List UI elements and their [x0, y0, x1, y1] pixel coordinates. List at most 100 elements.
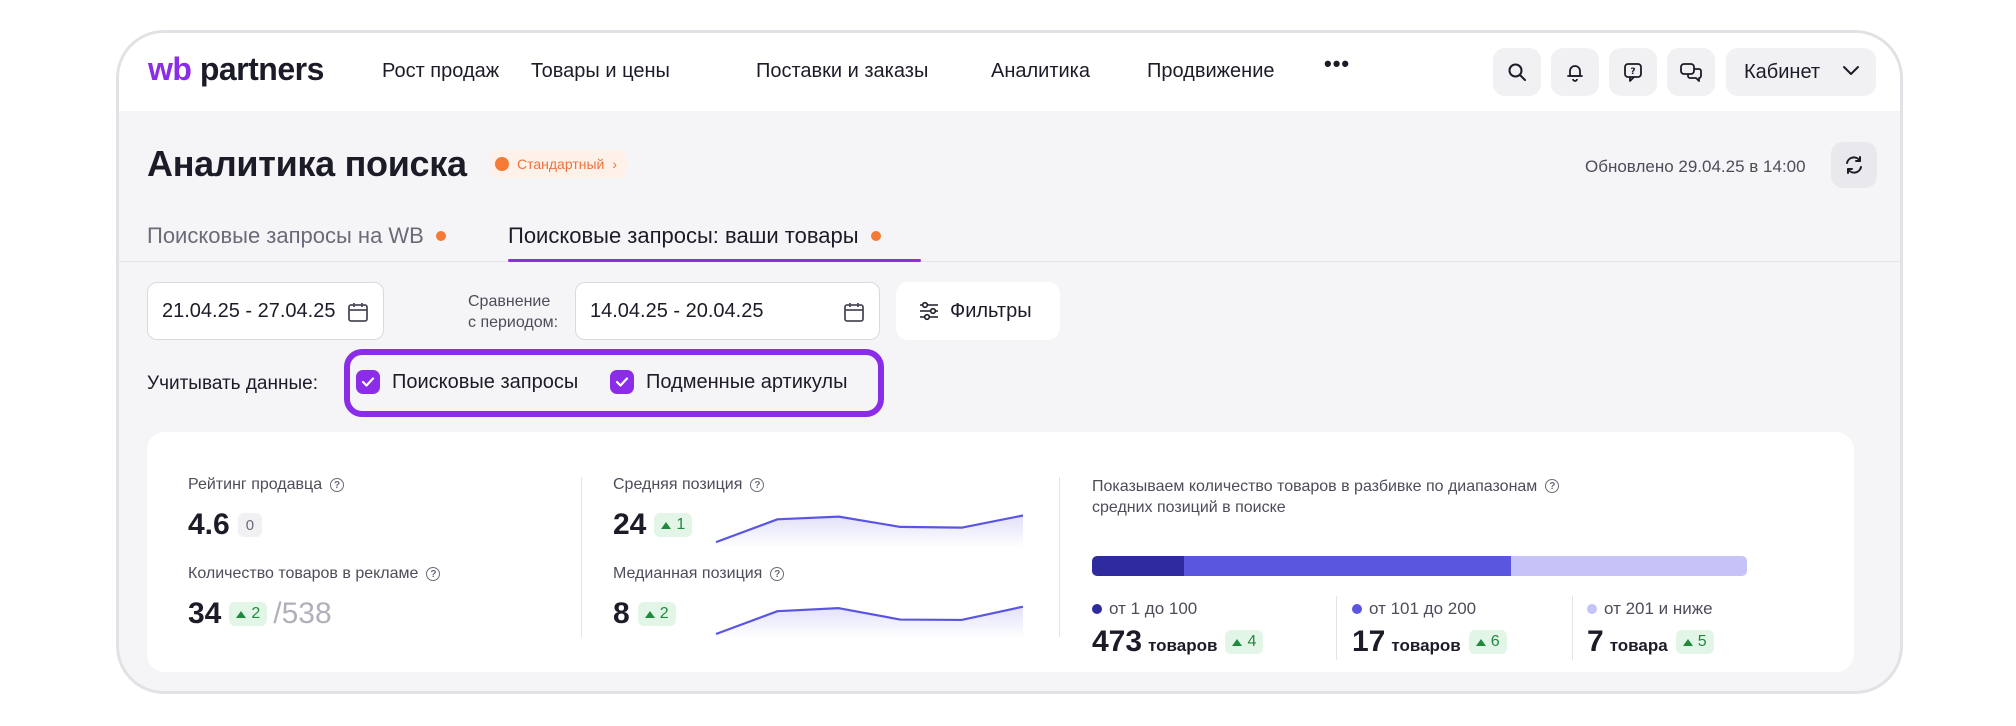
- help-icon[interactable]: ?: [1545, 479, 1560, 493]
- median-position-label: Медианная позиция ?: [613, 565, 785, 583]
- arrow-up-icon: [1475, 638, 1486, 646]
- logo-partners: partners: [199, 51, 325, 87]
- notifications-button[interactable]: [1551, 48, 1599, 96]
- tab-wb-queries[interactable]: Поисковые запросы на WB: [147, 223, 446, 249]
- median-position-value: 8 2: [613, 597, 676, 631]
- range-1-number: 473: [1092, 625, 1143, 658]
- compare-label: Сравнение с периодом:: [468, 291, 558, 333]
- range-2-label: от 101 до 200: [1352, 599, 1476, 619]
- help-icon[interactable]: ?: [330, 478, 345, 492]
- stats-card: Рейтинг продавца ? 4.6 0 Количество това…: [147, 432, 1854, 672]
- avg-position-sparkline-area: [716, 515, 1023, 548]
- period-value: 21.04.25 - 27.04.25: [162, 299, 336, 322]
- ad-products-number: 34: [188, 597, 222, 630]
- top-navigation: wb partners Рост продаж Товары и цены По…: [119, 33, 1900, 111]
- arrow-up-icon: [236, 610, 247, 618]
- tab-your-products-queries[interactable]: Поисковые запросы: ваши товары: [508, 223, 881, 249]
- range-2-label-text: от 101 до 200: [1369, 599, 1477, 618]
- range-2-delta-value: 6: [1490, 633, 1500, 650]
- avg-position-label: Средняя позиция ?: [613, 476, 765, 494]
- refresh-button[interactable]: [1831, 142, 1877, 188]
- arrow-up-icon: [1232, 638, 1243, 646]
- range-1-label: от 1 до 100: [1092, 599, 1197, 619]
- calendar-icon: [844, 303, 864, 322]
- ad-products-total: /538: [273, 597, 332, 630]
- filters-button[interactable]: Фильтры: [896, 282, 1060, 340]
- range-2-dot: [1352, 604, 1362, 614]
- checkbox-checked-icon: [356, 370, 380, 394]
- range-2-value: 17 товаров 6: [1352, 625, 1507, 659]
- divider: [581, 477, 582, 637]
- checkbox-search-queries[interactable]: Поисковые запросы: [356, 370, 578, 394]
- plan-dot-icon: [495, 157, 509, 171]
- nav-item-promotion[interactable]: Продвижение: [1147, 60, 1275, 83]
- checkbox-checked-icon: [610, 370, 634, 394]
- avg-position-value: 24 1: [613, 508, 693, 542]
- tab-indicator-dot: [870, 231, 881, 241]
- help-button[interactable]: ?: [1609, 48, 1657, 96]
- distribution-label-text: Показываем количество товаров в разбивке…: [1092, 476, 1537, 518]
- cabinet-dropdown[interactable]: Кабинет: [1726, 48, 1876, 96]
- range-2-unit: товаров: [1391, 636, 1461, 655]
- consider-data-label: Учитывать данные:: [147, 373, 318, 394]
- tab-your-products-label: Поисковые запросы: ваши товары: [508, 223, 859, 248]
- avg-position-label-text: Средняя позиция: [613, 476, 743, 493]
- nav-item-products-prices[interactable]: Товары и цены: [531, 60, 670, 83]
- compare-label-line1: Сравнение: [468, 293, 551, 310]
- search-icon: [1508, 63, 1526, 81]
- nav-item-sales-growth[interactable]: Рост продаж: [382, 60, 499, 83]
- median-position-delta-value: 2: [659, 605, 669, 622]
- bell-icon: [1567, 65, 1583, 82]
- help-icon[interactable]: ?: [770, 567, 785, 581]
- ad-products-label-text: Количество товаров в рекламе: [188, 565, 419, 582]
- checkbox-substitute-articles-label: Подменные артикулы: [646, 370, 848, 393]
- plan-badge-label: Стандартный: [517, 156, 605, 172]
- distribution-segment-3: [1511, 556, 1747, 576]
- messages-button[interactable]: [1667, 48, 1715, 96]
- range-3-unit: товара: [1609, 636, 1668, 655]
- compare-period-value: 14.04.25 - 20.04.25: [590, 299, 764, 322]
- avg-position-delta: 1: [654, 513, 693, 537]
- divider: [1336, 596, 1337, 660]
- tab-wb-queries-label: Поисковые запросы на WB: [147, 223, 424, 248]
- median-position-number: 8: [613, 597, 630, 630]
- arrow-up-icon: [661, 521, 672, 529]
- refresh-icon: [1846, 156, 1862, 174]
- seller-rating-label-text: Рейтинг продавца: [188, 476, 323, 493]
- logo[interactable]: wb partners: [148, 51, 324, 88]
- plan-badge[interactable]: Стандартный ›: [489, 150, 628, 178]
- avg-position-sparkline: [715, 514, 1024, 548]
- logo-wb: wb: [148, 51, 192, 87]
- help-icon[interactable]: ?: [750, 478, 765, 492]
- range-3-dot: [1587, 604, 1597, 614]
- help-icon[interactable]: ?: [426, 567, 441, 581]
- compare-date-picker[interactable]: 14.04.25 - 20.04.25: [575, 282, 880, 340]
- period-date-picker[interactable]: 21.04.25 - 27.04.25: [147, 282, 384, 340]
- range-1-unit: товаров: [1148, 636, 1218, 655]
- app-window: wb partners Рост продаж Товары и цены По…: [116, 30, 1903, 694]
- range-3-number: 7: [1587, 625, 1604, 658]
- search-button[interactable]: [1493, 48, 1541, 96]
- nav-item-analytics[interactable]: Аналитика: [991, 60, 1090, 83]
- ad-products-value: 34 2 /538: [188, 597, 332, 631]
- checkbox-substitute-articles[interactable]: Подменные артикулы: [610, 370, 847, 394]
- chat-icon: [1680, 63, 1702, 82]
- range-3-value: 7 товара 5: [1587, 625, 1714, 659]
- nav-more-button[interactable]: •••: [1324, 51, 1350, 77]
- divider: [1059, 477, 1060, 637]
- range-2-delta: 6: [1468, 630, 1507, 654]
- nav-item-supplies-orders[interactable]: Поставки и заказы: [756, 60, 928, 83]
- filters-button-label: Фильтры: [950, 299, 1032, 322]
- distribution-bar: [1092, 556, 1747, 576]
- arrow-up-icon: [1682, 638, 1693, 646]
- median-position-label-text: Медианная позиция: [613, 565, 763, 582]
- range-1-dot: [1092, 604, 1102, 614]
- range-3-delta: 5: [1675, 630, 1714, 654]
- range-3-label: от 201 и ниже: [1587, 599, 1713, 619]
- divider: [1572, 596, 1573, 660]
- svg-text:?: ?: [1630, 67, 1635, 77]
- range-3-delta-value: 5: [1697, 633, 1707, 650]
- distribution-segment-2: [1183, 556, 1512, 576]
- range-1-delta-value: 4: [1247, 633, 1257, 650]
- median-position-sparkline: [715, 605, 1024, 638]
